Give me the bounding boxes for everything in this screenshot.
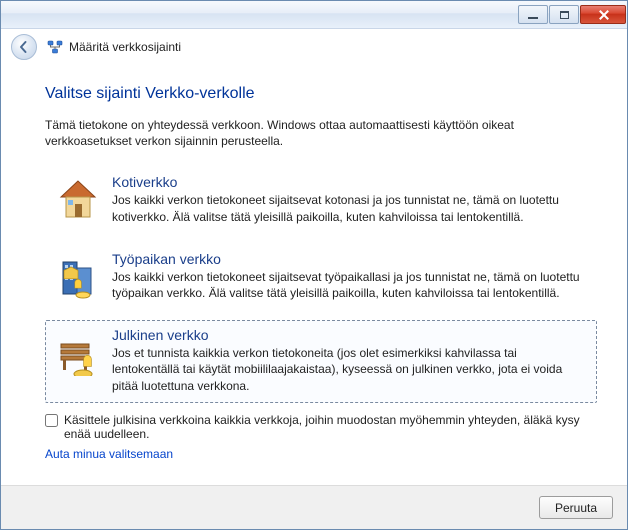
option-desc: Jos kaikki verkon tietokoneet sijaitseva… bbox=[112, 192, 586, 224]
option-title: Työpaikan verkko bbox=[112, 251, 586, 267]
option-home-network[interactable]: Kotiverkko Jos kaikki verkon tietokoneet… bbox=[45, 167, 597, 233]
maximize-button[interactable] bbox=[549, 5, 579, 24]
office-building-icon bbox=[54, 253, 102, 301]
intro-text: Tämä tietokone on yhteydessä verkkoon. W… bbox=[45, 117, 597, 149]
treat-all-public-checkbox[interactable] bbox=[45, 414, 58, 427]
back-button[interactable] bbox=[11, 34, 37, 60]
close-button[interactable] bbox=[580, 5, 626, 24]
minimize-button[interactable] bbox=[518, 5, 548, 24]
option-desc: Jos kaikki verkon tietokoneet sijaitseva… bbox=[112, 269, 586, 301]
home-icon bbox=[54, 176, 102, 224]
option-title: Julkinen verkko bbox=[112, 327, 586, 343]
content-area: Valitse sijainti Verkko-verkolle Tämä ti… bbox=[1, 65, 627, 483]
window-titlebar bbox=[1, 1, 627, 29]
option-public-network[interactable]: Julkinen verkko Jos et tunnista kaikkia … bbox=[45, 320, 597, 403]
arrow-left-icon bbox=[17, 40, 31, 54]
wizard-title: Määritä verkkosijainti bbox=[69, 40, 181, 54]
dialog-footer: Peruuta bbox=[1, 485, 627, 529]
checkbox-label: Käsittele julkisina verkkoina kaikkia ve… bbox=[64, 413, 597, 441]
help-me-choose-link[interactable]: Auta minua valitsemaan bbox=[45, 447, 173, 461]
network-icon bbox=[47, 39, 63, 55]
treat-all-public-checkbox-row[interactable]: Käsittele julkisina verkkoina kaikkia ve… bbox=[45, 413, 597, 441]
option-desc: Jos et tunnista kaikkia verkon tietokone… bbox=[112, 345, 586, 394]
wizard-header: Määritä verkkosijainti bbox=[1, 29, 627, 65]
cancel-button[interactable]: Peruuta bbox=[539, 496, 613, 519]
option-work-network[interactable]: Työpaikan verkko Jos kaikki verkon tieto… bbox=[45, 244, 597, 310]
park-bench-icon bbox=[54, 329, 102, 377]
page-heading: Valitse sijainti Verkko-verkolle bbox=[45, 85, 597, 103]
option-title: Kotiverkko bbox=[112, 174, 586, 190]
